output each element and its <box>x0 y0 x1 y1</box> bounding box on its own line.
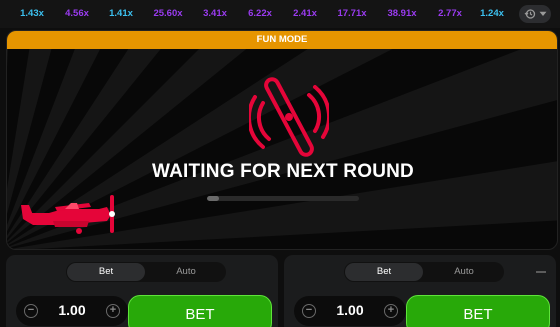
bet-panel-2: Bet Auto − 1.00 + BET <box>284 255 556 327</box>
game-canvas: FUN MODE WAITING FOR NEXT ROUND <box>6 30 558 250</box>
history-multiplier[interactable]: 2.77x <box>430 7 470 21</box>
history-clock-icon <box>524 9 535 19</box>
stake-stepper: − 1.00 + <box>294 296 406 326</box>
history-toggle-button[interactable] <box>519 5 551 23</box>
decrease-stake-button[interactable]: − <box>24 304 38 318</box>
tab-bet[interactable]: Bet <box>345 263 423 281</box>
round-progress-fill <box>207 196 220 201</box>
history-multiplier[interactable]: 4.56x <box>57 7 97 21</box>
history-multiplier[interactable]: 6.22x <box>240 7 280 21</box>
increase-stake-button[interactable]: + <box>106 304 120 318</box>
tab-bet[interactable]: Bet <box>67 263 145 281</box>
tab-auto[interactable]: Auto <box>147 263 225 281</box>
stake-amount[interactable]: 1.00 <box>40 302 104 318</box>
round-progress-bar <box>207 196 359 201</box>
fun-mode-banner: FUN MODE <box>7 31 557 49</box>
stake-stepper: − 1.00 + <box>16 296 128 326</box>
chevron-down-icon <box>539 11 546 16</box>
bet-panel-1: Bet Auto − 1.00 + BET <box>6 255 278 327</box>
decrease-stake-button[interactable]: − <box>302 304 316 318</box>
history-multiplier[interactable]: 1.24x <box>473 7 511 21</box>
bet-mode-tabs: Bet Auto <box>344 262 504 282</box>
propeller-loader-icon <box>249 77 329 157</box>
history-multiplier[interactable]: 3.41x <box>196 7 234 21</box>
history-multiplier[interactable]: 2.41x <box>286 7 324 21</box>
history-multiplier[interactable]: 25.60x <box>146 7 190 21</box>
bet-button[interactable]: BET <box>406 295 550 327</box>
stake-amount[interactable]: 1.00 <box>318 302 382 318</box>
bet-mode-tabs: Bet Auto <box>66 262 226 282</box>
remove-bet-panel-button[interactable] <box>536 271 546 273</box>
tab-auto[interactable]: Auto <box>425 263 503 281</box>
history-multiplier[interactable]: 38.91x <box>380 7 424 21</box>
history-multiplier[interactable]: 1.41x <box>102 7 140 21</box>
waiting-status-text: WAITING FOR NEXT ROUND <box>152 161 414 182</box>
history-multiplier[interactable]: 1.43x <box>13 7 51 21</box>
history-multiplier[interactable]: 17.71x <box>330 7 374 21</box>
increase-stake-button[interactable]: + <box>384 304 398 318</box>
bet-button[interactable]: BET <box>128 295 272 327</box>
airplane-icon <box>21 195 115 234</box>
multiplier-history-bar: 1.43x 4.56x 1.41x 25.60x 3.41x 6.22x 2.4… <box>0 0 560 28</box>
